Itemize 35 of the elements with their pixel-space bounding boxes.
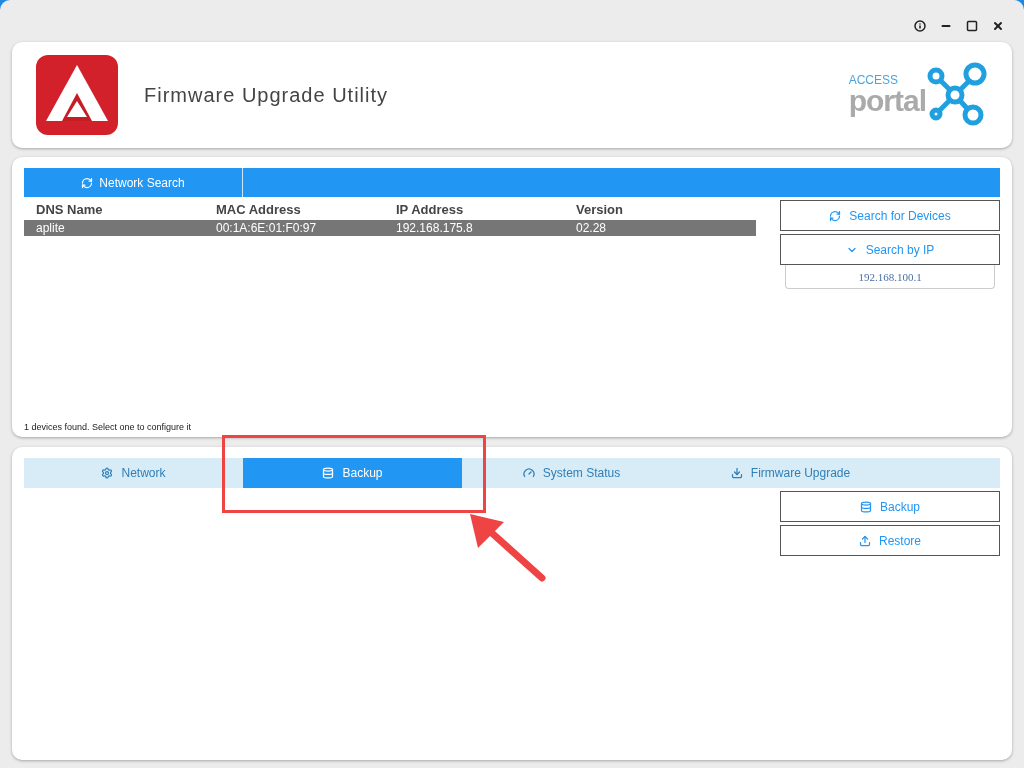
gauge-icon	[522, 467, 535, 479]
refresh-icon	[829, 209, 842, 222]
database-icon	[860, 500, 872, 513]
column-header: IP Address	[396, 201, 465, 219]
info-icon[interactable]	[914, 20, 926, 32]
table-cell-text: 192.168.175.8	[396, 219, 474, 237]
upload-icon	[859, 534, 871, 547]
network-search-tab[interactable]: Network Search	[24, 168, 243, 197]
action-button[interactable]: Restore	[780, 525, 1000, 556]
close-icon[interactable]	[992, 20, 1004, 32]
download-icon	[730, 467, 743, 479]
action-button[interactable]: Backup	[780, 491, 1000, 522]
config-tab[interactable]: Backup	[243, 458, 462, 488]
device-row[interactable]: aplite 00:1A:6E:01:F0:97 192.168.175.8 02.28	[24, 219, 756, 236]
table-cell-text: aplite	[36, 219, 66, 237]
table-cell-text: 02.28	[576, 219, 608, 237]
search-button[interactable]: Search by IP	[780, 234, 1000, 265]
table-cell-text: 00:1A:6E:01:F0:97	[216, 219, 318, 237]
app-title: Firmware Upgrade Utility	[144, 83, 389, 108]
column-header: MAC Address	[216, 201, 302, 219]
maximize-icon[interactable]	[966, 20, 978, 32]
ip-input-field[interactable]: 192.168.100.1	[785, 265, 995, 289]
config-tab[interactable]: System Status	[462, 458, 681, 488]
brand-large-text: portal	[848, 86, 926, 116]
column-header: Version	[576, 201, 624, 219]
refresh-icon	[81, 176, 94, 189]
database-icon	[322, 467, 335, 479]
column-header: DNS Name	[36, 201, 104, 219]
app-logo-icon	[36, 55, 118, 135]
brand-small-text: ACCESS	[848, 74, 899, 86]
settings-icon	[101, 467, 114, 479]
status-text: 1 devices found. Select one to configure it	[24, 420, 193, 434]
config-tab[interactable]: Firmware Upgrade	[681, 458, 900, 488]
search-button[interactable]: Search for Devices	[780, 200, 1000, 231]
config-tab[interactable]: Network	[24, 458, 243, 488]
